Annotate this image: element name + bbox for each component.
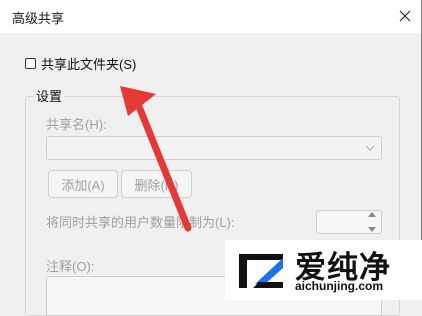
note-label: 注释(O): — [46, 259, 95, 274]
brand-logo-icon — [239, 254, 283, 288]
window-title: 高级共享 — [12, 11, 65, 26]
user-limit-label: 将同时共享的用户数量限制为(L): — [46, 215, 235, 230]
chevron-down-icon — [365, 145, 375, 151]
share-folder-checkbox-row[interactable]: 共享此文件夹(S) — [25, 55, 137, 72]
close-icon — [399, 10, 411, 21]
share-folder-label: 共享此文件夹(S) — [41, 56, 137, 72]
spinner-arrows[interactable] — [364, 211, 380, 233]
close-button[interactable] — [390, 0, 420, 31]
share-folder-checkbox[interactable] — [25, 57, 36, 69]
share-name-label: 共享名(H): — [46, 117, 107, 132]
spin-up-icon[interactable] — [368, 211, 376, 217]
spin-down-icon[interactable] — [368, 227, 376, 233]
watermark-url: aichunjing.com — [295, 279, 384, 293]
share-name-dropdown[interactable] — [46, 136, 382, 160]
delete-button[interactable]: 删除(R) — [121, 170, 192, 198]
watermark-logo: 爱纯净 aichunjing.com — [225, 240, 422, 300]
title-bar: 高级共享 — [0, 0, 421, 33]
add-button[interactable]: 添加(A) — [48, 170, 118, 198]
settings-group-label: 设置 — [34, 86, 65, 105]
